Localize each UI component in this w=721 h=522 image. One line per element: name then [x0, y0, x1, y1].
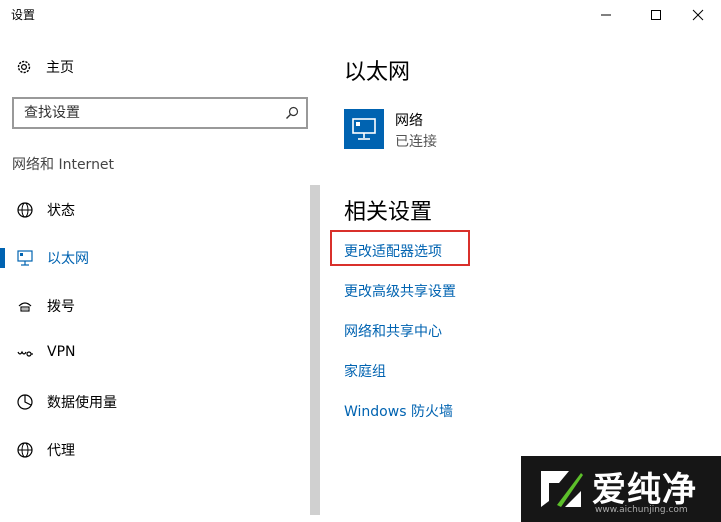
network-status: 已连接	[395, 134, 437, 150]
maximize-button[interactable]	[633, 0, 679, 30]
sidebar-scrollbar[interactable]	[310, 185, 320, 515]
change-advanced-sharing-link[interactable]: 更改高级共享设置	[344, 281, 456, 301]
home-nav-item[interactable]: 主页	[15, 56, 74, 78]
close-button[interactable]	[675, 0, 721, 30]
sidebar-item-vpn[interactable]: VPN	[0, 334, 305, 374]
maximize-icon	[651, 10, 661, 20]
sidebar-item-status[interactable]: 状态	[0, 190, 305, 230]
close-icon	[692, 9, 704, 21]
network-name[interactable]: 网络	[395, 110, 423, 130]
minimize-button[interactable]	[583, 0, 629, 30]
ethernet-icon	[16, 249, 34, 267]
globe-icon	[16, 201, 34, 219]
sidebar-item-ethernet[interactable]: 以太网	[0, 238, 305, 278]
sidebar-item-data-usage[interactable]: 数据使用量	[0, 382, 305, 422]
search-icon[interactable]	[284, 105, 300, 125]
watermark-url: www.aichunjing.com	[595, 505, 688, 515]
watermark-logo-icon	[541, 471, 583, 507]
gear-icon	[17, 60, 31, 74]
dialup-icon	[16, 297, 34, 315]
title-bar: 设置	[0, 0, 721, 30]
watermark-text: 爱纯净	[592, 470, 697, 510]
sidebar-item-label: VPN	[47, 344, 76, 360]
sidebar-item-proxy[interactable]: 代理	[0, 430, 305, 470]
homegroup-link[interactable]: 家庭组	[344, 361, 386, 381]
network-icon-tile[interactable]	[344, 109, 384, 149]
globe-icon	[16, 441, 34, 459]
sidebar-item-label: 代理	[47, 443, 75, 459]
window-title: 设置	[11, 8, 36, 22]
change-adapter-options-link[interactable]: 更改适配器选项	[344, 241, 442, 261]
minimize-icon	[601, 14, 611, 16]
home-label: 主页	[46, 60, 74, 76]
search-box[interactable]	[12, 97, 308, 129]
page-title: 以太网	[344, 60, 411, 85]
main-content: 以太网 网络 已连接 相关设置 更改适配器选项 更改高级共享设置 网络和共享中心…	[322, 30, 721, 522]
sidebar-item-label: 以太网	[47, 251, 89, 267]
search-input[interactable]	[14, 99, 264, 127]
sidebar-item-label: 拨号	[47, 299, 75, 315]
ethernet-icon	[352, 118, 376, 140]
active-indicator	[0, 248, 5, 268]
data-usage-icon	[16, 393, 34, 411]
section-header: 网络和 Internet	[12, 157, 115, 173]
sidebar: 主页 网络和 Internet 状态 以太网 拨号 VPN	[0, 30, 322, 522]
windows-firewall-link[interactable]: Windows 防火墙	[344, 401, 453, 421]
sidebar-item-label: 状态	[47, 203, 75, 219]
vpn-icon	[16, 345, 34, 363]
sidebar-item-label: 数据使用量	[47, 395, 117, 411]
related-settings-title: 相关设置	[344, 200, 433, 225]
sidebar-item-dialup[interactable]: 拨号	[0, 286, 305, 326]
watermark: 爱纯净 www.aichunjing.com	[521, 456, 721, 522]
network-sharing-center-link[interactable]: 网络和共享中心	[344, 321, 442, 341]
